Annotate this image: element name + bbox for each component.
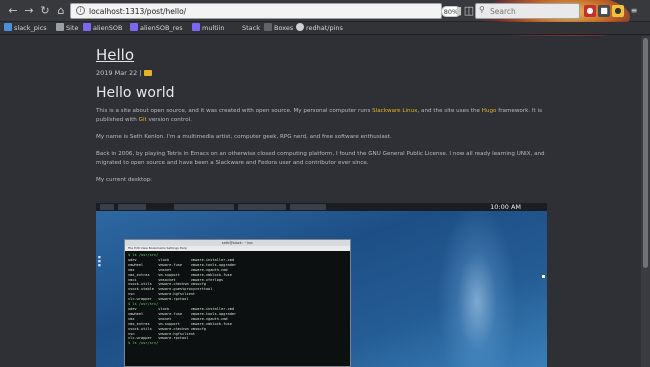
reload-icon[interactable]: ↻ — [38, 4, 52, 18]
post-date: 2019 Mar 22 — [96, 69, 138, 77]
tag-icon[interactable] — [143, 70, 152, 76]
history-paragraph: Back in 2006, by playing Tetris in Emacs… — [96, 151, 545, 166]
wallpaper-swirl — [437, 203, 517, 367]
paragraph-text: version control. — [146, 117, 192, 123]
meta-separator: | — [139, 69, 142, 77]
menu-icon[interactable]: ≡ — [628, 5, 640, 17]
desktop-clock: 10:00 AM — [490, 203, 521, 211]
bookmark-favicon-icon — [130, 23, 138, 31]
terminal-menu: File Edit View Bookmarks Settings Help — [125, 246, 350, 251]
sidebar-icon[interactable]: ◫ — [462, 4, 476, 18]
bookmark-item[interactable]: Site — [56, 23, 78, 34]
extension-yellow-icon[interactable]: ● — [612, 5, 624, 17]
panel-task — [290, 204, 326, 210]
forward-arrow-icon[interactable]: → — [22, 4, 36, 18]
desktop-screenshot: 10:00 AM ■ ■ ■ seth@slack: ~/src File Edit… — [96, 203, 547, 367]
mouse-cursor — [542, 275, 545, 278]
bookmark-favicon-icon — [232, 23, 240, 31]
bookmark-item[interactable]: slack_pics — [4, 23, 47, 34]
bookmark-item[interactable]: alienSOB — [83, 23, 122, 34]
navigation-toolbar: ← → ↻ ⌂ i localhost:1313/post/hello/ 80%… — [0, 0, 650, 42]
extension-red-icon[interactable]: ● — [584, 5, 596, 17]
web-page: Hello 2019 Mar 22 | Hello world This is … — [0, 36, 641, 367]
search-input[interactable] — [490, 6, 576, 17]
bookmark-item[interactable]: multiin — [192, 23, 225, 34]
bookmark-item[interactable]: Stack — [232, 23, 260, 34]
scrollbar-thumb[interactable] — [643, 38, 648, 268]
bookmark-item[interactable]: Boxes — [264, 23, 293, 34]
git-link[interactable]: Git — [139, 117, 147, 123]
page-scrollbar[interactable] — [641, 36, 650, 367]
terminal-output: $ ls /usr/src/ udev vlock vmware-install… — [128, 253, 237, 346]
site-info-icon[interactable]: i — [76, 6, 85, 15]
address-bar[interactable]: i localhost:1313/post/hello/ 80% ⋯ □ ☆ — [70, 3, 499, 19]
bookmark-favicon-icon — [192, 23, 200, 31]
panel-task — [238, 204, 286, 210]
post-heading: Hello world — [96, 85, 175, 101]
url-text[interactable]: localhost:1313/post/hello/ — [89, 5, 186, 18]
hugo-link[interactable]: Hugo — [482, 108, 497, 114]
bookmark-favicon-icon — [264, 23, 272, 31]
post-meta: 2019 Mar 22 | — [96, 69, 548, 77]
paragraph-text: , and the site uses the — [417, 108, 482, 114]
extension-grey-icon[interactable]: ■ — [598, 5, 610, 17]
back-arrow-icon[interactable]: ← — [6, 4, 20, 18]
paragraph-text: This is a site about open source, and it… — [96, 108, 373, 114]
panel-launcher — [100, 204, 114, 210]
desktop-panel: 10:00 AM — [96, 203, 547, 211]
post-title-link[interactable]: Hello — [96, 46, 548, 64]
bookmark-item[interactable]: redhat/pins — [296, 23, 343, 34]
bookmark-favicon-icon — [83, 23, 91, 31]
bookmarks-bar: slack_pics Site alienSOB alienSOB_res mu… — [0, 22, 650, 35]
intro-paragraph: This is a site about open source, and it… — [96, 107, 548, 125]
desktop-side-icons: ■ ■ ■ — [98, 255, 101, 267]
about-paragraph: My name is Seth Kenlon. I'm a multimedia… — [96, 134, 392, 140]
home-icon[interactable]: ⌂ — [54, 4, 68, 18]
terminal-window: seth@slack: ~/src File Edit View Bookmar… — [124, 239, 351, 367]
search-icon: ⚲ — [479, 5, 485, 14]
browser-window: ← → ↻ ⌂ i localhost:1313/post/hello/ 80%… — [0, 0, 650, 367]
bookmark-favicon-icon — [56, 23, 64, 31]
panel-task — [174, 204, 234, 210]
search-box[interactable]: ⚲ — [475, 3, 580, 19]
post-content: Hello 2019 Mar 22 | Hello world This is … — [96, 46, 548, 185]
panel-item — [118, 204, 146, 210]
bookmark-item[interactable]: alienSOB_res — [130, 23, 183, 34]
bookmark-favicon-icon — [296, 23, 304, 31]
bookmark-favicon-icon — [4, 23, 12, 31]
desktop-caption: My current desktop: — [96, 177, 153, 183]
slackware-link[interactable]: Slackware Linux — [372, 108, 417, 114]
